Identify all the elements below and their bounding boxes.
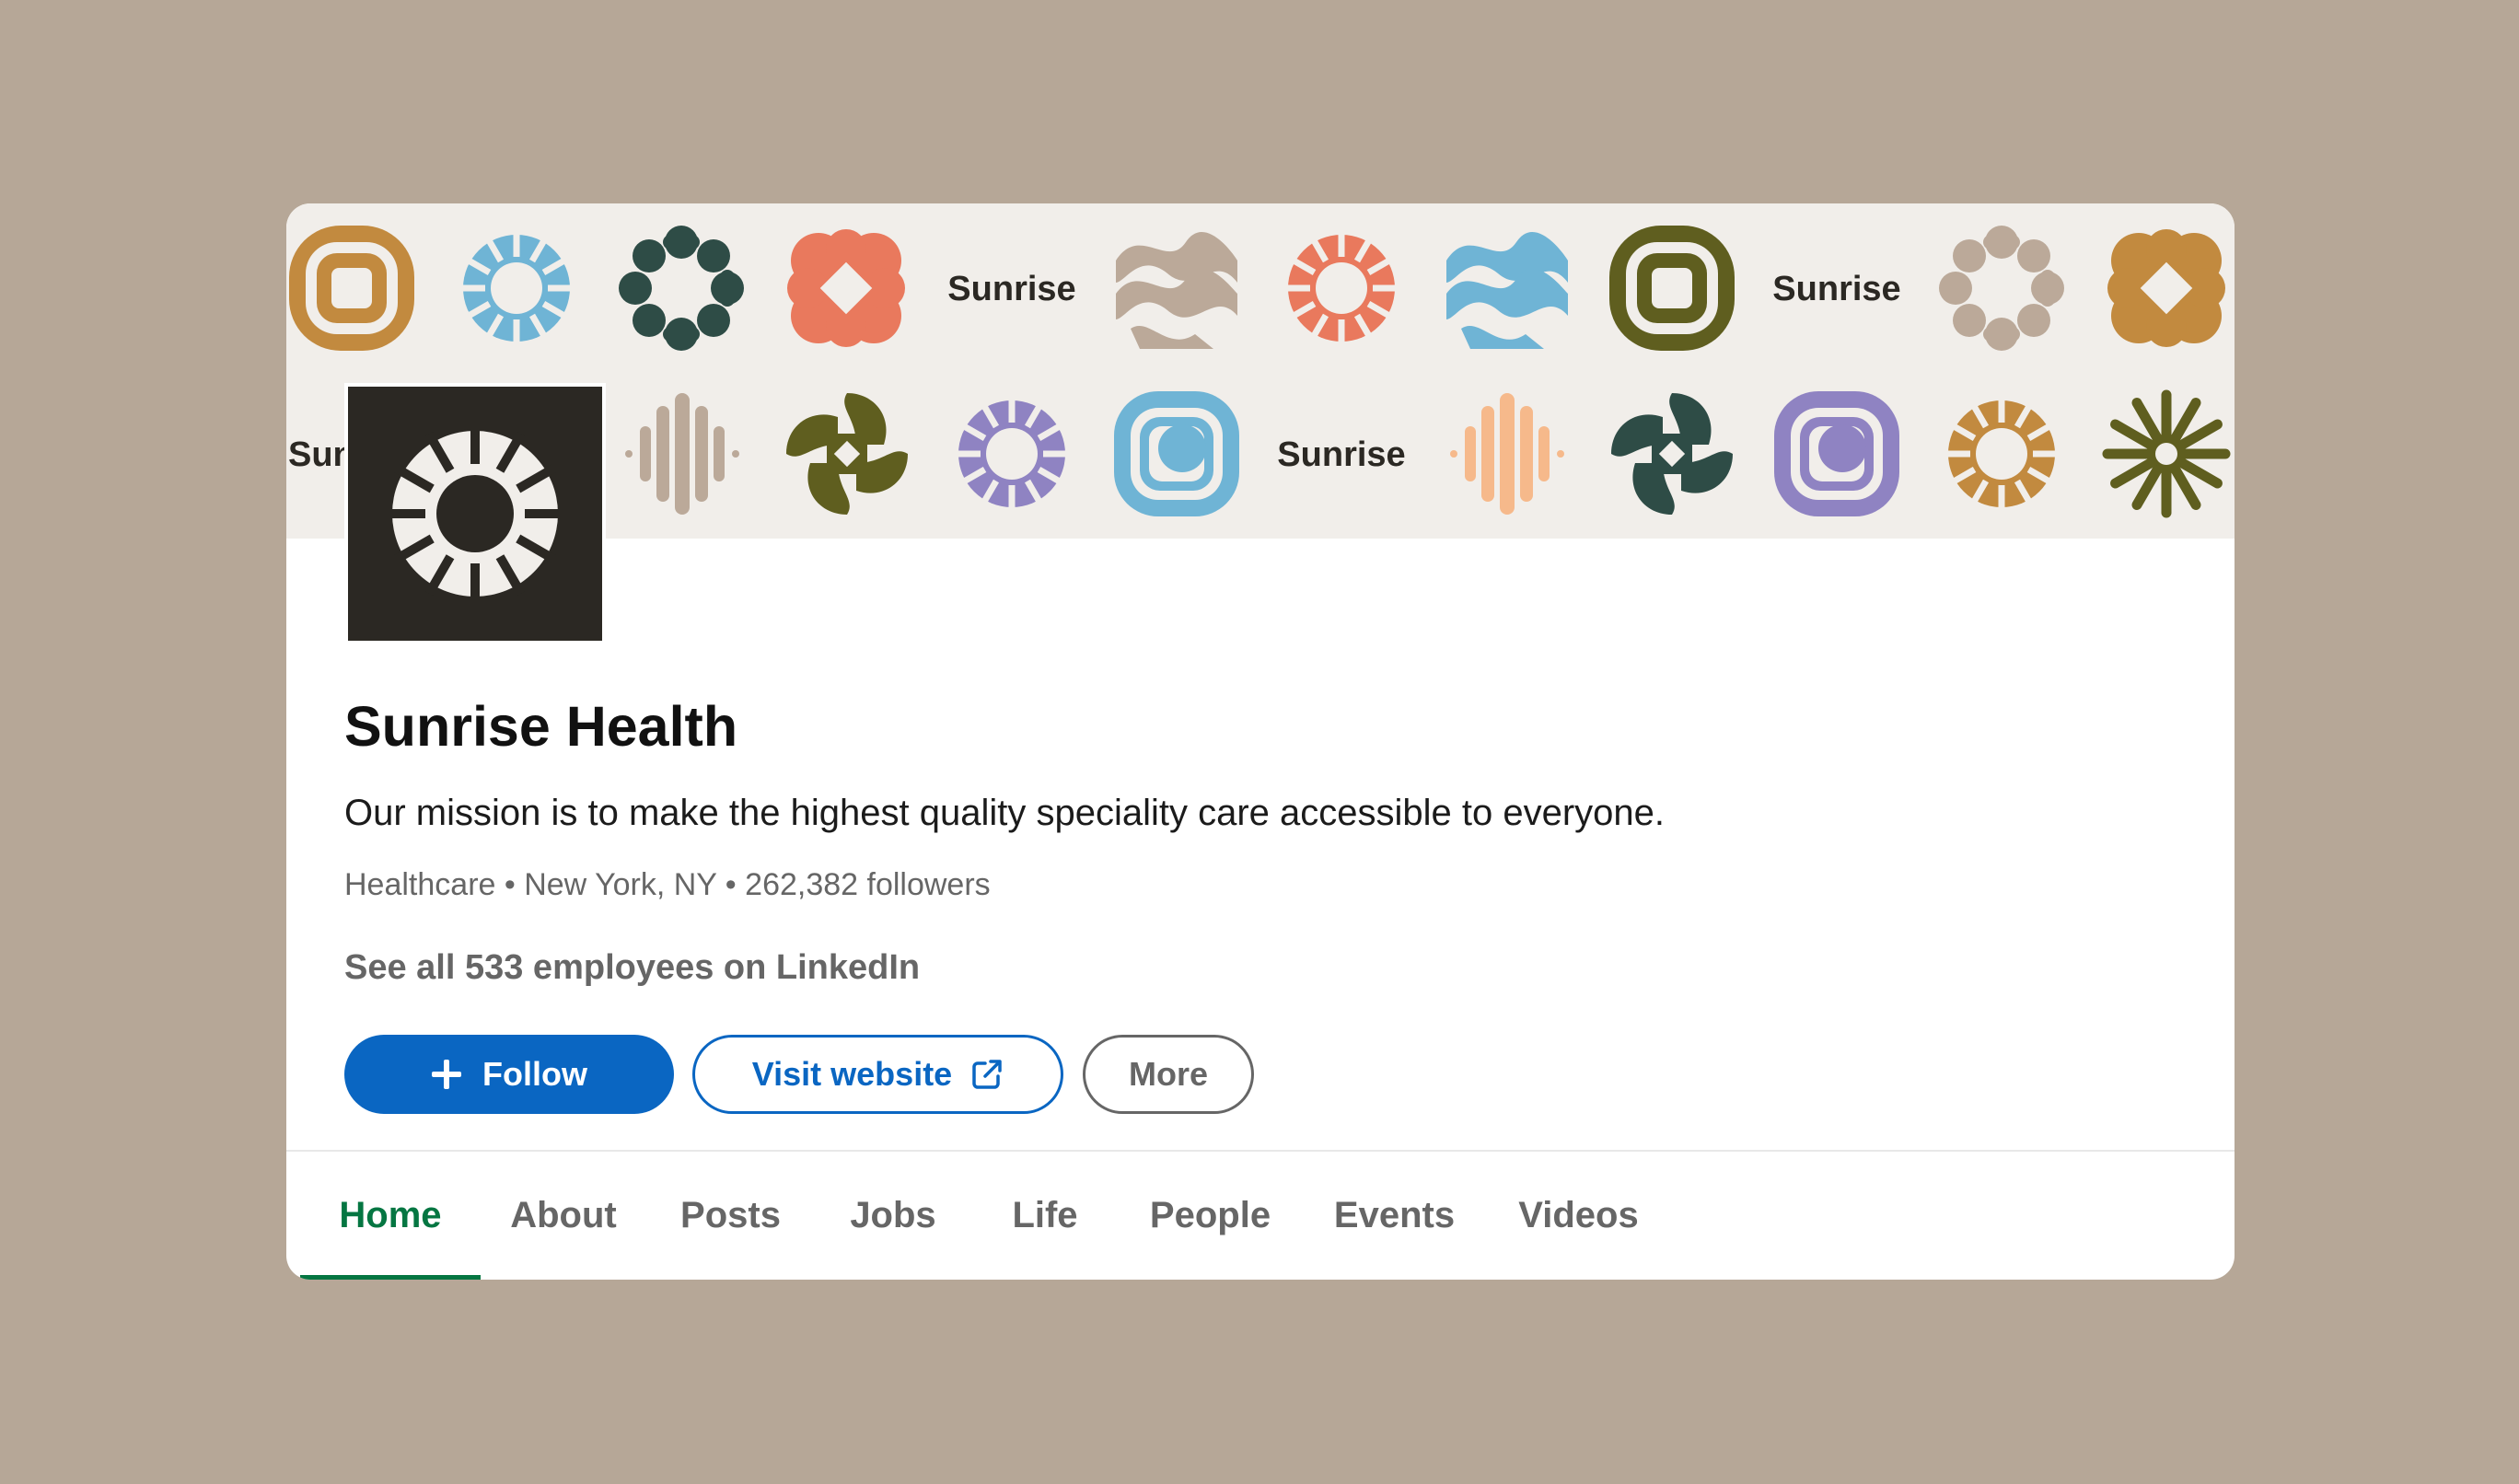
sunrise-gear-ring-logo	[383, 422, 567, 606]
tab-life[interactable]: Life	[971, 1152, 1119, 1280]
company-page-card: Sunrise Sunrise Sunrise Sunrise Health O…	[286, 203, 2235, 1280]
purple-gear-ring-icon	[949, 391, 1074, 516]
taupe-wave-icon	[1116, 232, 1237, 349]
taupe-sound-bars-icon	[625, 393, 739, 515]
company-logo[interactable]	[344, 383, 606, 644]
purple-rounded-square-icon	[1774, 391, 1899, 516]
blue-wave-icon	[1446, 232, 1568, 349]
taupe-blob-ring-icon	[1939, 226, 2064, 351]
olive-square-rings-icon	[1609, 226, 1735, 351]
external-link-icon	[972, 1060, 1002, 1089]
ochre-flower-icon	[2107, 229, 2225, 347]
page-tabs: Home About Posts Jobs Life People Events…	[286, 1152, 2235, 1280]
company-tagline: Our mission is to make the highest quali…	[344, 793, 1666, 833]
coral-flower-icon	[787, 229, 905, 347]
blue-rounded-square-icon	[1114, 391, 1239, 516]
ochre-square-rings-icon	[289, 226, 414, 351]
see-employees-link[interactable]: See all 533 employees on LinkedIn	[344, 948, 920, 988]
banner-wordmark: Sunrise	[1772, 270, 1900, 308]
peach-sound-bars-icon	[1450, 393, 1564, 515]
tab-people[interactable]: People	[1119, 1152, 1302, 1280]
blue-gear-ring-icon	[454, 226, 579, 351]
follow-button[interactable]: Follow	[344, 1035, 674, 1114]
more-label: More	[1128, 1055, 1208, 1093]
tab-home[interactable]: Home	[300, 1152, 481, 1280]
tab-jobs[interactable]: Jobs	[815, 1152, 971, 1280]
banner-wordmark: Sunrise	[947, 270, 1075, 308]
plus-icon	[432, 1060, 461, 1089]
visit-website-button[interactable]: Visit website	[692, 1035, 1063, 1114]
visit-website-label: Visit website	[751, 1055, 953, 1093]
ochre-gear-ring-icon	[1939, 391, 2064, 516]
tab-videos[interactable]: Videos	[1487, 1152, 1670, 1280]
coral-gear-ring-icon	[1279, 226, 1404, 351]
more-button[interactable]: More	[1083, 1035, 1254, 1114]
company-meta: Healthcare • New York, NY • 262,382 foll…	[344, 867, 991, 902]
tab-posts[interactable]: Posts	[646, 1152, 815, 1280]
tab-events[interactable]: Events	[1302, 1152, 1487, 1280]
dark-green-blob-ring-icon	[619, 226, 744, 351]
tab-about[interactable]: About	[481, 1152, 646, 1280]
follow-label: Follow	[482, 1055, 587, 1093]
company-name: Sunrise Health	[344, 695, 738, 758]
dark-green-pinwheel-icon	[1611, 393, 1733, 515]
banner-wordmark: Sunrise	[1277, 435, 1405, 474]
olive-pinwheel-icon	[786, 393, 908, 515]
olive-asterisk-icon	[2107, 395, 2225, 513]
